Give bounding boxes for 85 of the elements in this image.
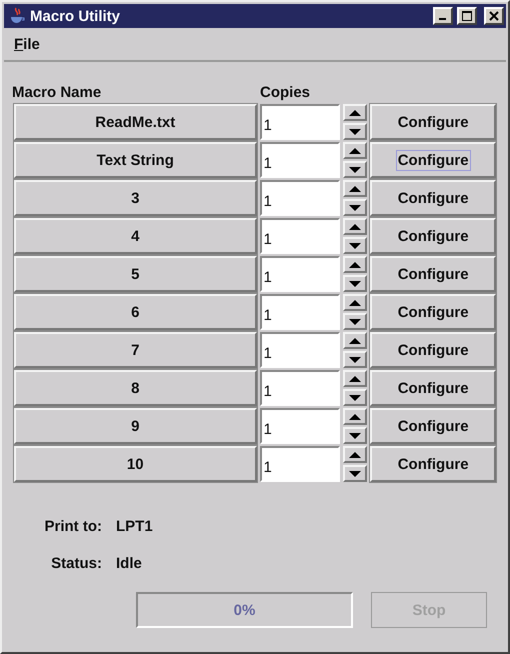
- increment-button[interactable]: [342, 294, 368, 311]
- status-value: Idle: [116, 555, 143, 572]
- macro-button[interactable]: 7: [14, 332, 257, 368]
- printer-value: LPT1: [116, 518, 154, 535]
- decrement-button[interactable]: [342, 351, 368, 368]
- down-arrow-icon: [348, 242, 361, 248]
- up-arrow-icon: [348, 224, 361, 230]
- status-label: Status:: [50, 555, 103, 572]
- increment-button[interactable]: [342, 370, 368, 387]
- copies-field[interactable]: 1: [260, 446, 340, 482]
- up-arrow-icon: [348, 186, 361, 192]
- up-arrow-icon: [348, 452, 361, 458]
- maximize-button[interactable]: [457, 7, 477, 25]
- configure-button[interactable]: Configure: [370, 370, 496, 406]
- up-arrow-icon: [348, 262, 361, 268]
- macro-button[interactable]: Text String: [14, 142, 257, 178]
- macro-button[interactable]: 10: [14, 446, 257, 482]
- down-arrow-icon: [348, 166, 361, 172]
- down-arrow-icon: [348, 128, 361, 134]
- copies-field[interactable]: 1: [260, 256, 340, 292]
- increment-button[interactable]: [342, 408, 368, 425]
- copies-field[interactable]: 1: [260, 180, 340, 216]
- macro-button[interactable]: 4: [14, 218, 257, 254]
- down-arrow-icon: [348, 204, 361, 210]
- cup-icon: [8, 7, 26, 25]
- increment-button[interactable]: [342, 180, 368, 197]
- down-arrow-icon: [348, 280, 361, 286]
- configure-button[interactable]: Configure: [370, 180, 496, 216]
- configure-button[interactable]: Configure: [370, 332, 496, 368]
- configure-button[interactable]: Configure: [370, 218, 496, 254]
- increment-button[interactable]: [342, 256, 368, 273]
- macro-button[interactable]: 3: [14, 180, 257, 216]
- increment-button[interactable]: [342, 332, 368, 349]
- increment-button[interactable]: [342, 142, 368, 159]
- maximize-icon: [462, 11, 472, 21]
- decrement-button[interactable]: [342, 389, 368, 406]
- copies-field[interactable]: 1: [260, 294, 340, 330]
- down-arrow-icon: [348, 318, 361, 324]
- down-arrow-icon: [348, 394, 361, 400]
- configure-button[interactable]: Configure: [370, 294, 496, 330]
- down-arrow-icon: [348, 432, 361, 438]
- decrement-button[interactable]: [342, 199, 368, 216]
- progress-text: 0%: [234, 602, 256, 618]
- copies-field[interactable]: 1: [260, 408, 340, 444]
- copies-field[interactable]: 1: [260, 370, 340, 406]
- decrement-button[interactable]: [342, 465, 368, 482]
- macro-button[interactable]: 9: [14, 408, 257, 444]
- increment-button[interactable]: [342, 446, 368, 463]
- up-arrow-icon: [348, 110, 361, 116]
- copies-field[interactable]: 1: [260, 218, 340, 254]
- up-arrow-icon: [348, 148, 361, 154]
- increment-button[interactable]: [342, 218, 368, 235]
- macro-button[interactable]: 8: [14, 370, 257, 406]
- minimize-button[interactable]: [433, 7, 453, 25]
- configure-button[interactable]: Configure: [370, 256, 496, 292]
- copies-field[interactable]: 1: [260, 142, 340, 178]
- copies-field[interactable]: 1: [260, 332, 340, 368]
- down-arrow-icon: [348, 356, 361, 362]
- decrement-button[interactable]: [342, 161, 368, 178]
- close-button[interactable]: [484, 7, 504, 25]
- menu-item[interactable]: File: [12, 34, 42, 54]
- decrement-button[interactable]: [342, 427, 368, 444]
- decrement-button[interactable]: [342, 237, 368, 254]
- macro-button[interactable]: ReadMe.txt: [14, 104, 257, 140]
- configure-button[interactable]: Configure: [370, 104, 496, 140]
- decrement-button[interactable]: [342, 123, 368, 140]
- print-to-label: Print to:: [44, 518, 103, 535]
- window-title: Macro Utility: [30, 8, 122, 24]
- macro-button[interactable]: 6: [14, 294, 257, 330]
- up-arrow-icon: [348, 414, 361, 420]
- down-arrow-icon: [348, 470, 361, 476]
- up-arrow-icon: [348, 300, 361, 306]
- macro-button[interactable]: 5: [14, 256, 257, 292]
- increment-button[interactable]: [342, 104, 368, 121]
- configure-button[interactable]: Configure: [370, 446, 496, 482]
- decrement-button[interactable]: [342, 313, 368, 330]
- decrement-button[interactable]: [342, 275, 368, 292]
- configure-button[interactable]: Configure: [370, 142, 496, 178]
- close-icon: [489, 11, 499, 21]
- copies-field[interactable]: 1: [260, 104, 340, 140]
- configure-button[interactable]: Configure: [370, 408, 496, 444]
- up-arrow-icon: [348, 338, 361, 344]
- column-header: Copies: [260, 84, 312, 100]
- column-header: Macro Name: [12, 84, 102, 100]
- up-arrow-icon: [348, 376, 361, 382]
